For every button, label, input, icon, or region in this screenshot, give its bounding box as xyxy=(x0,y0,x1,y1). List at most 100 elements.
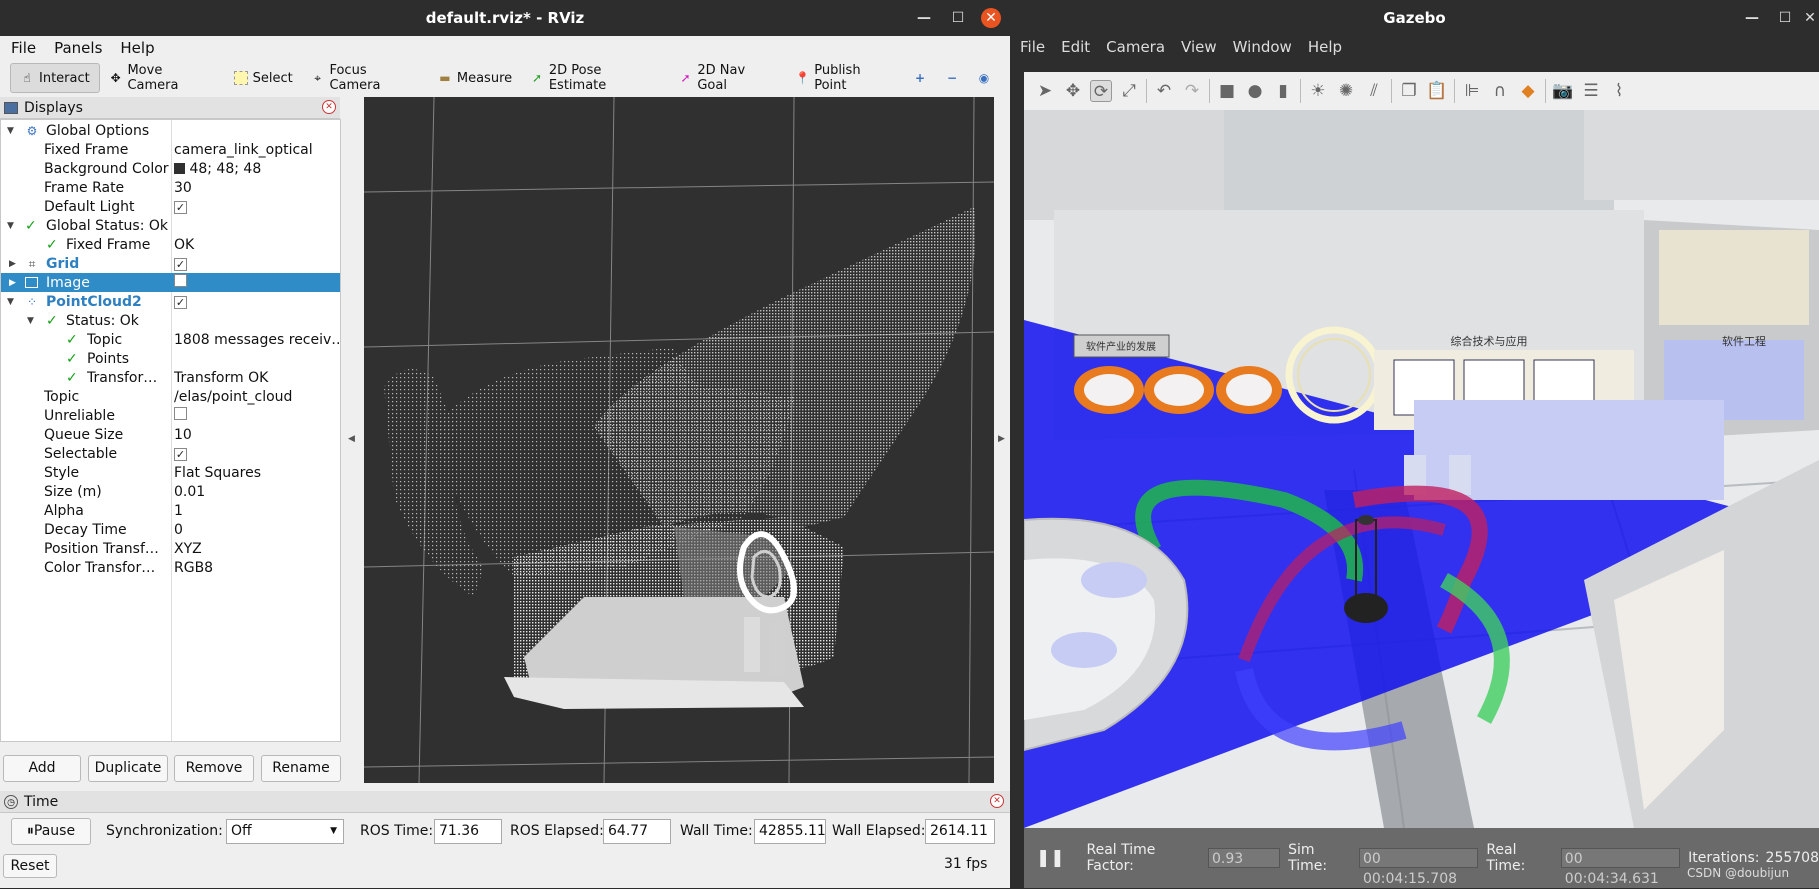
tool-2d-nav-goal[interactable]: ➚ 2D Nav Goal xyxy=(670,63,787,93)
rotate-icon[interactable]: ⟳ xyxy=(1090,80,1112,102)
tree-row-pointcloud-status[interactable]: ▼ ✓ Status: Ok xyxy=(1,311,340,330)
ros-time-label: ROS Time: xyxy=(360,823,434,839)
tree-row-topic[interactable]: Topic/elas/point_cloud xyxy=(1,387,340,406)
unreliable-checkbox[interactable] xyxy=(174,407,187,420)
view-tool-button[interactable]: ◉ xyxy=(968,63,1000,93)
redo-icon[interactable]: ↷ xyxy=(1181,80,1203,102)
image-checkbox[interactable] xyxy=(174,274,187,287)
ros-time-field[interactable]: 71.36 xyxy=(434,819,502,844)
tree-row-fixed-frame[interactable]: Fixed Frame camera_link_optical xyxy=(1,140,340,159)
paste-icon[interactable]: 📋 xyxy=(1426,80,1448,102)
gazebo-3d-scene[interactable]: 软件产业的发展 综合技术与应用 软件工程 xyxy=(1024,110,1819,828)
directional-light-icon[interactable]: ⫽ xyxy=(1363,80,1385,102)
pause-button[interactable]: ⏸Pause xyxy=(11,818,91,845)
tree-row-unreliable[interactable]: Unreliable xyxy=(1,406,340,425)
remove-tool-button[interactable]: − xyxy=(936,63,968,93)
tree-row-size[interactable]: Size (m) 0.01 xyxy=(1,482,340,501)
menu-panels[interactable]: Panels xyxy=(45,39,111,57)
tree-row-style[interactable]: Style Flat Squares xyxy=(1,463,340,482)
tool-move-camera[interactable]: ✥ Move Camera xyxy=(100,63,225,93)
add-tool-button[interactable]: + xyxy=(904,63,936,93)
select-arrow-icon[interactable]: ➤ xyxy=(1034,80,1056,102)
sync-dropdown[interactable]: Off ▼ xyxy=(226,819,344,844)
tree-row-queue-size[interactable]: Queue Size 10 xyxy=(1,425,340,444)
gz-menu-file[interactable]: File xyxy=(1012,38,1053,60)
tree-row-alpha[interactable]: Alpha 1 xyxy=(1,501,340,520)
tree-row-global-status[interactable]: ▼ ✓ Global Status: Ok xyxy=(1,216,340,235)
tree-row-pointcloud2[interactable]: ▼ ⁘ PointCloud2 ✓ xyxy=(1,292,340,311)
tool-select[interactable]: Select xyxy=(225,63,302,93)
tree-row-status-transform[interactable]: ✓ Transfor… Transform OK xyxy=(1,368,340,387)
collapse-left-icon[interactable]: ◀ xyxy=(348,434,355,444)
tree-row-background-color[interactable]: Background Color 48; 48; 48 xyxy=(1,159,340,178)
tree-row-image[interactable]: ▶ Image xyxy=(1,273,340,292)
ros-elapsed-field[interactable]: 64.77 xyxy=(603,819,671,844)
selectable-checkbox[interactable]: ✓ xyxy=(174,447,187,461)
sphere-shape-icon[interactable]: ● xyxy=(1244,80,1266,102)
add-button[interactable]: Add xyxy=(3,755,81,782)
gz-menu-help[interactable]: Help xyxy=(1300,38,1350,60)
gz-menu-view[interactable]: View xyxy=(1173,38,1225,60)
point-light-icon[interactable]: ☀ xyxy=(1307,80,1329,102)
tool-interact[interactable]: ☝ Interact xyxy=(10,63,100,93)
sign-left-text: 软件产业的发展 xyxy=(1086,340,1156,353)
translate-icon[interactable]: ✥ xyxy=(1062,80,1084,102)
plot-icon[interactable]: ⌇ xyxy=(1608,80,1630,102)
maximize-icon[interactable]: ☐ xyxy=(1775,8,1795,28)
close-icon[interactable]: ✕ xyxy=(1800,8,1819,28)
reset-button[interactable]: Reset xyxy=(3,854,57,878)
log-icon[interactable]: ☰ xyxy=(1580,80,1602,102)
wall-time-field[interactable]: 42855.11 xyxy=(754,819,826,844)
menu-help[interactable]: Help xyxy=(111,39,163,57)
menu-file[interactable]: File xyxy=(2,39,45,57)
spot-light-icon[interactable]: ✺ xyxy=(1335,80,1357,102)
tool-focus-camera[interactable]: ⌖ Focus Camera xyxy=(302,63,429,93)
ros-elapsed-label: ROS Elapsed: xyxy=(510,823,604,839)
tree-row-frame-rate[interactable]: Frame Rate 30 xyxy=(1,178,340,197)
tree-row-position-transformer[interactable]: Position Transf… XYZ xyxy=(1,539,340,558)
tree-row-fixed-frame-status[interactable]: ✓ Fixed Frame OK xyxy=(1,235,340,254)
gz-menu-window[interactable]: Window xyxy=(1225,38,1300,60)
tree-row-global-options[interactable]: ▼ ⚙ Global Options xyxy=(1,121,340,140)
rename-button[interactable]: Rename xyxy=(261,755,341,782)
undo-icon[interactable]: ↶ xyxy=(1153,80,1175,102)
tree-row-selectable[interactable]: Selectable ✓ xyxy=(1,444,340,463)
tree-row-status-points[interactable]: ✓ Points xyxy=(1,349,340,368)
collapse-right-icon[interactable]: ▶ xyxy=(998,434,1005,444)
minimize-icon[interactable]: — xyxy=(1742,8,1762,28)
box-shape-icon[interactable]: ■ xyxy=(1216,80,1238,102)
close-icon[interactable]: ✕ xyxy=(981,8,1001,28)
pointcloud2-checkbox[interactable]: ✓ xyxy=(174,295,187,309)
tool-2d-pose-estimate[interactable]: ➚ 2D Pose Estimate xyxy=(521,63,670,93)
maximize-icon[interactable]: ☐ xyxy=(948,8,968,28)
gz-menu-camera[interactable]: Camera xyxy=(1098,38,1173,60)
tree-row-status-topic[interactable]: ✓ Topic 1808 messages receiv… xyxy=(1,330,340,349)
pause-icon[interactable]: ❚❚ xyxy=(1036,848,1065,868)
fps-label: 31 fps xyxy=(944,856,988,872)
tree-row-decay-time[interactable]: Decay Time 0 xyxy=(1,520,340,539)
minimize-icon[interactable]: — xyxy=(914,8,934,28)
tool-measure[interactable]: ▬ Measure xyxy=(429,63,521,93)
tree-row-default-light[interactable]: Default Light ✓ xyxy=(1,197,340,216)
gazebo-title: Gazebo xyxy=(1383,9,1446,27)
gz-menu-edit[interactable]: Edit xyxy=(1053,38,1098,60)
scale-icon[interactable]: ⤢ xyxy=(1118,80,1140,102)
tool-publish-point[interactable]: 📍 Publish Point xyxy=(786,63,904,93)
default-light-checkbox[interactable]: ✓ xyxy=(174,200,187,214)
wall-elapsed-field[interactable]: 2614.11 xyxy=(925,819,995,844)
screenshot-icon[interactable]: 📷 xyxy=(1552,80,1574,102)
grid-checkbox[interactable]: ✓ xyxy=(174,257,187,271)
rviz-3d-viewport[interactable] xyxy=(364,97,994,783)
displays-close-icon[interactable]: ✕ xyxy=(322,100,336,114)
align-icon[interactable]: ⊫ xyxy=(1461,80,1483,102)
remove-button[interactable]: Remove xyxy=(174,755,254,782)
cylinder-shape-icon[interactable]: ▮ xyxy=(1272,80,1294,102)
time-close-icon[interactable]: ✕ xyxy=(990,794,1004,808)
copy-icon[interactable]: ❐ xyxy=(1398,80,1420,102)
change-view-icon[interactable]: ◆ xyxy=(1517,80,1539,102)
check-icon: ✓ xyxy=(66,331,78,348)
tree-row-color-transformer[interactable]: Color Transfor… RGB8 xyxy=(1,558,340,577)
snap-icon[interactable]: ∩ xyxy=(1489,80,1511,102)
tree-row-grid[interactable]: ▶ ⌗ Grid ✓ xyxy=(1,254,340,273)
duplicate-button[interactable]: Duplicate xyxy=(88,755,168,782)
